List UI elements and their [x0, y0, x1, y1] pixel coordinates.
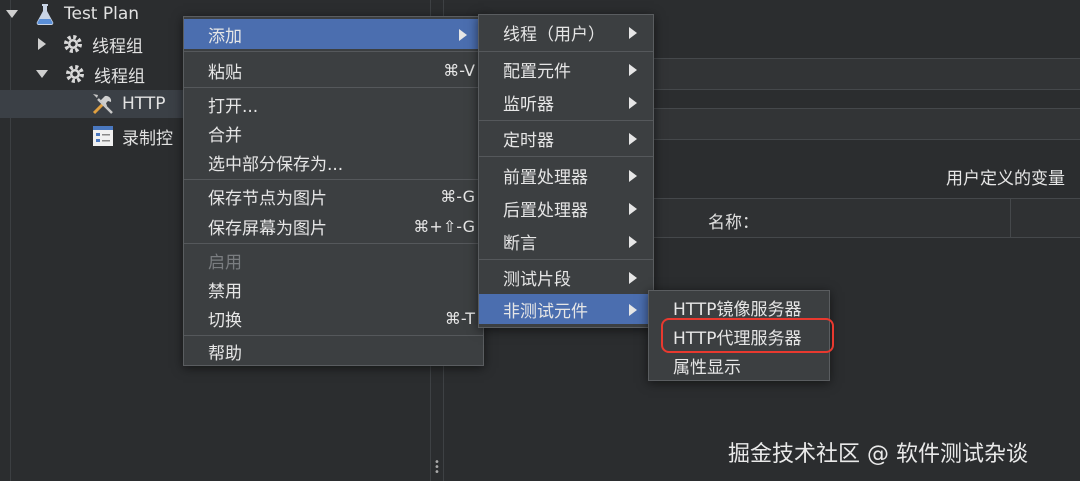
- tree-item-thread-group-2[interactable]: 线程组: [36, 60, 145, 88]
- menu-shortcut: ⌘-V: [443, 60, 475, 80]
- menu-shortcut: ⌘-T: [444, 308, 475, 328]
- tree-item-label: Test Plan: [64, 4, 140, 24]
- menu-item-label: 打开...: [208, 96, 259, 117]
- menu-item-pre-processor[interactable]: 前置处理器: [479, 160, 653, 190]
- menu-item-property-display[interactable]: 属性显示: [649, 350, 829, 380]
- user-defined-variables-title: 用户定义的变量: [946, 169, 1065, 189]
- tree-item-label: 线程组: [92, 36, 143, 57]
- tree-item-http[interactable]: HTTP: [0, 90, 183, 118]
- submenu-arrow-icon: [459, 29, 467, 41]
- menu-item-merge[interactable]: 合并: [184, 118, 483, 148]
- menu-item-label: 切换: [208, 310, 242, 331]
- menu-item-disable[interactable]: 禁用: [184, 274, 483, 304]
- menu-item-enable: 启用: [184, 245, 483, 275]
- submenu-arrow-icon: [629, 97, 637, 109]
- variables-table-header: 名称：: [650, 198, 1080, 238]
- menu-item-label: 合并: [208, 125, 242, 146]
- menu-item-threads[interactable]: 线程（用户）: [479, 17, 653, 47]
- tree-guide-line: [10, 0, 11, 481]
- menu-separator: [184, 87, 483, 88]
- menu-separator: [479, 51, 653, 52]
- chevron-right-icon[interactable]: [38, 38, 46, 50]
- menu-item-save-screen-image[interactable]: 保存屏幕为图片 ⌘+⇧-G: [184, 211, 483, 241]
- menu-item-label: 线程（用户）: [503, 24, 605, 45]
- menu-item-label: 帮助: [208, 343, 242, 364]
- menu-shortcut: ⌘-G: [440, 186, 475, 206]
- menu-item-config-element[interactable]: 配置元件: [479, 54, 653, 84]
- menu-item-test-fragment[interactable]: 测试片段: [479, 262, 653, 292]
- add-submenu: 线程（用户） 配置元件 监听器 定时器 前置处理器 后置处理器 断言 测试片段 …: [478, 14, 654, 328]
- menu-item-label: 定时器: [503, 130, 554, 151]
- tree-item-label: 线程组: [94, 66, 145, 87]
- menu-separator: [479, 259, 653, 260]
- submenu-arrow-icon: [629, 170, 637, 182]
- tree-item-label: HTTP: [122, 94, 166, 114]
- submenu-arrow-icon: [629, 133, 637, 145]
- tree-item-test-plan[interactable]: Test Plan: [6, 0, 139, 28]
- menu-item-label: 断言: [503, 233, 537, 254]
- menu-item-label: 启用: [208, 252, 242, 273]
- menu-item-help[interactable]: 帮助: [184, 336, 483, 366]
- menu-separator: [479, 120, 653, 121]
- menu-item-label: 属性显示: [673, 357, 741, 378]
- menu-item-assertion[interactable]: 断言: [479, 226, 653, 256]
- menu-item-open[interactable]: 打开...: [184, 89, 483, 119]
- submenu-arrow-icon: [629, 272, 637, 284]
- menu-item-label: 添加: [208, 26, 242, 47]
- tree-item-recording-controller[interactable]: 录制控: [90, 122, 173, 150]
- menu-separator: [479, 156, 653, 157]
- menu-item-non-test-elements[interactable]: 非测试元件: [479, 294, 653, 324]
- menu-separator: [184, 243, 483, 244]
- menu-item-post-processor[interactable]: 后置处理器: [479, 193, 653, 223]
- menu-item-label: 前置处理器: [503, 167, 588, 188]
- watermark-text: 掘金技术社区 @ 软件测试杂谈: [728, 442, 1028, 467]
- wrench-screwdriver-icon: [90, 91, 116, 117]
- gear-icon: [62, 61, 88, 87]
- menu-item-save-node-image[interactable]: 保存节点为图片 ⌘-G: [184, 181, 483, 211]
- menu-item-save-selection[interactable]: 选中部分保存为...: [184, 147, 483, 177]
- menu-item-label: 禁用: [208, 281, 242, 302]
- column-header-name: 名称：: [708, 213, 759, 233]
- menu-separator: [184, 51, 483, 52]
- menu-item-label: 测试片段: [503, 269, 571, 290]
- menu-item-label: 后置处理器: [503, 200, 588, 221]
- menu-shortcut: ⌘+⇧-G: [413, 216, 475, 236]
- flask-icon: [32, 1, 58, 27]
- submenu-arrow-icon: [629, 304, 637, 316]
- menu-item-label: HTTP镜像服务器: [673, 299, 802, 320]
- submenu-arrow-icon: [629, 236, 637, 248]
- submenu-arrow-icon: [629, 203, 637, 215]
- drag-handle-icon[interactable]: • • •: [434, 458, 440, 478]
- recording-controller-icon: [90, 123, 116, 149]
- submenu-arrow-icon: [629, 27, 637, 39]
- menu-item-label: 粘贴: [208, 62, 242, 83]
- menu-item-label: 选中部分保存为...: [208, 154, 344, 175]
- menu-item-label: 非测试元件: [503, 301, 588, 322]
- menu-item-listener[interactable]: 监听器: [479, 87, 653, 117]
- submenu-arrow-icon: [629, 64, 637, 76]
- tree-item-label: 录制控: [122, 128, 173, 149]
- tree-item-thread-group-1[interactable]: 线程组: [38, 30, 143, 58]
- context-menu: 添加 粘贴 ⌘-V 打开... 合并 选中部分保存为... 保存节点为图片 ⌘-…: [183, 16, 484, 366]
- chevron-down-icon[interactable]: [36, 70, 48, 78]
- menu-item-add[interactable]: 添加: [184, 19, 483, 49]
- menu-item-paste[interactable]: 粘贴 ⌘-V: [184, 55, 483, 85]
- menu-item-timer[interactable]: 定时器: [479, 123, 653, 153]
- menu-item-label: 配置元件: [503, 61, 571, 82]
- menu-item-toggle[interactable]: 切换 ⌘-T: [184, 303, 483, 333]
- chevron-down-icon[interactable]: [6, 10, 18, 18]
- menu-separator: [184, 179, 483, 180]
- menu-item-label: 保存节点为图片: [208, 188, 327, 209]
- menu-item-label: 保存屏幕为图片: [208, 218, 327, 239]
- menu-item-label: 监听器: [503, 94, 554, 115]
- column-divider: [1010, 199, 1011, 237]
- gear-icon: [60, 31, 86, 57]
- highlight-annotation-box: [661, 318, 834, 353]
